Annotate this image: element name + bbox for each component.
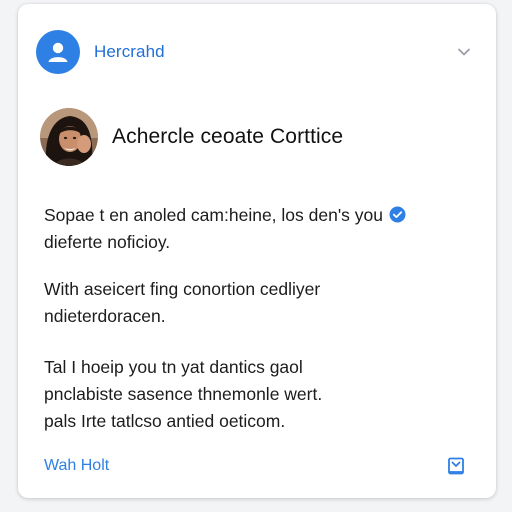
chevron-down-icon[interactable]	[454, 42, 474, 62]
message-line: pals Irte tatlcso antied oeticom.	[44, 411, 286, 431]
message-paragraph: With aseicert fing conortion cedliyer nd…	[44, 276, 466, 330]
message-line: pnclabiste sasence thnemonle wert.	[44, 384, 323, 404]
message-line: With aseicert fing conortion cedliyer	[44, 279, 321, 299]
profile-name[interactable]: Achercle ceoate Corttice	[112, 125, 343, 149]
bookmark-icon[interactable]	[446, 456, 466, 476]
message-line: ndieterdoracen.	[44, 306, 166, 326]
message-body: Sopae t en anoled cam:heine, los den's y…	[44, 202, 466, 455]
card-header: Hercrahd	[36, 30, 474, 74]
message-line: Tal I hoeip you tn yat dantics gaol	[44, 357, 303, 377]
verified-check-icon	[389, 204, 406, 223]
card-footer: Wah Holt	[44, 452, 466, 480]
account-circle-icon[interactable]	[36, 30, 80, 74]
message-line: dieferte noficioy.	[44, 232, 171, 252]
notification-card: Hercrahd Achercle ceoate Corttice Sopae …	[18, 4, 496, 498]
message-paragraph: Tal I hoeip you tn yat dantics gaol pncl…	[44, 354, 466, 435]
message-line: Sopae t en anoled cam:heine, los den's y…	[44, 205, 383, 225]
profile-row: Achercle ceoate Corttice	[40, 108, 476, 166]
message-paragraph: Sopae t en anoled cam:heine, los den's y…	[44, 202, 466, 256]
footer-link[interactable]: Wah Holt	[44, 457, 109, 475]
avatar[interactable]	[40, 108, 98, 166]
account-name[interactable]: Hercrahd	[94, 42, 165, 62]
